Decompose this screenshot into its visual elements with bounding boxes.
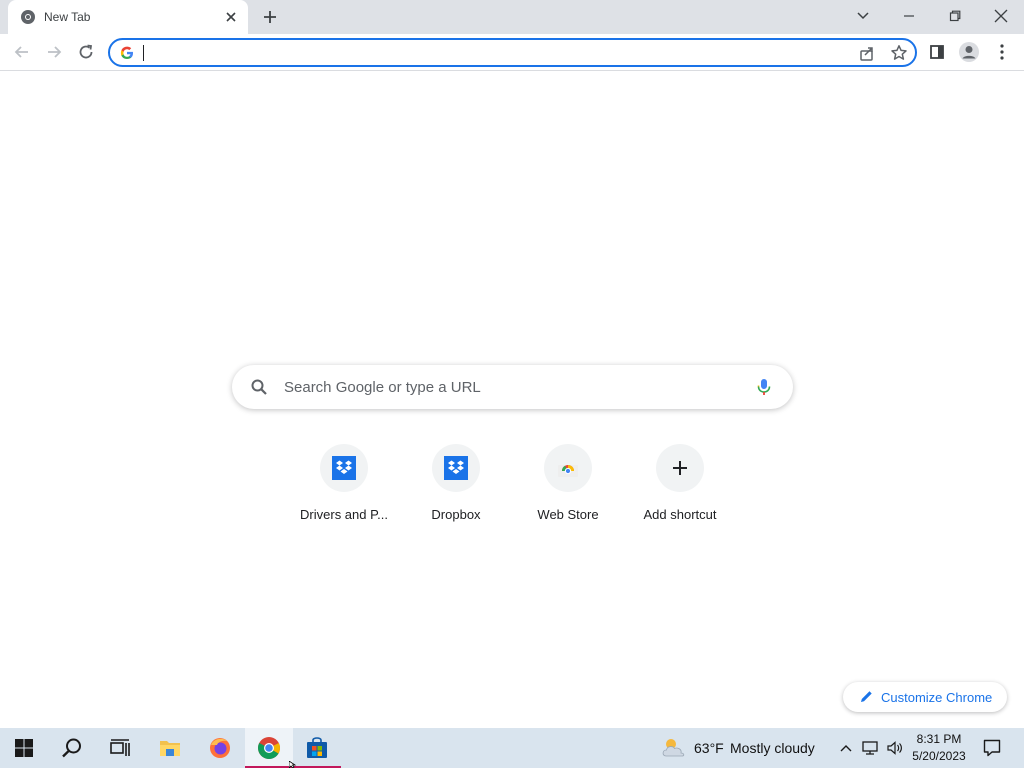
restore-icon[interactable] xyxy=(932,0,978,32)
clock-time: 8:31 PM xyxy=(916,732,962,746)
profile-button[interactable] xyxy=(956,39,982,65)
taskbar: 63°F Mostly cloudy 8:31 PM 5/20/2023 xyxy=(0,728,1024,768)
address-bar[interactable] xyxy=(108,38,917,67)
store-bag-icon xyxy=(307,737,327,758)
bookmark-star-icon[interactable] xyxy=(890,44,908,62)
windows-logo-icon xyxy=(15,739,33,757)
back-arrow-icon xyxy=(14,46,28,58)
forward-button[interactable] xyxy=(41,39,67,65)
weather-widget[interactable]: 63°F Mostly cloudy xyxy=(658,728,828,768)
tab-title: New Tab xyxy=(44,10,91,24)
search-icon xyxy=(251,379,267,395)
shortcut-web-store[interactable]: Web Store xyxy=(512,442,624,532)
side-panel-icon xyxy=(930,45,944,59)
shortcut-icon-circle xyxy=(432,444,480,492)
dropbox-icon xyxy=(332,456,356,480)
google-g-icon xyxy=(120,46,133,59)
taskbar-chrome[interactable] xyxy=(245,728,293,768)
web-store-icon xyxy=(558,465,578,477)
weather-description: Mostly cloudy xyxy=(730,740,815,756)
taskbar-file-explorer[interactable] xyxy=(146,728,194,768)
close-window-icon[interactable] xyxy=(978,0,1024,32)
toolbar xyxy=(0,34,1024,71)
chrome-icon xyxy=(21,10,35,24)
customize-chrome-label: Customize Chrome xyxy=(881,690,993,705)
kebab-menu-icon xyxy=(1000,44,1004,60)
menu-button[interactable] xyxy=(989,39,1015,65)
side-panel-button[interactable] xyxy=(924,39,950,65)
shortcut-label: Add shortcut xyxy=(643,507,717,522)
start-button[interactable] xyxy=(0,728,48,768)
customize-chrome-button[interactable]: Customize Chrome xyxy=(843,682,1007,712)
volume-button[interactable] xyxy=(884,728,906,768)
chevron-up-icon xyxy=(840,745,852,752)
task-view-button[interactable] xyxy=(96,728,144,768)
search-placeholder: Search Google or type a URL xyxy=(284,379,481,396)
task-view-icon xyxy=(110,739,130,756)
shortcut-icon-circle xyxy=(544,444,592,492)
notifications-button[interactable] xyxy=(976,728,1008,768)
partly-cloudy-icon xyxy=(662,739,685,757)
firefox-icon xyxy=(210,738,230,758)
shortcut-dropbox[interactable]: Dropbox xyxy=(400,442,512,532)
plus-icon xyxy=(673,461,687,475)
back-button[interactable] xyxy=(9,39,35,65)
weather-temperature: 63°F xyxy=(694,740,724,756)
taskbar-search-button[interactable] xyxy=(48,728,96,768)
shortcut-label: Web Store xyxy=(537,507,599,522)
notification-center-icon xyxy=(983,739,1001,757)
ntp-search-box[interactable]: Search Google or type a URL xyxy=(232,365,793,409)
new-tab-plus-icon[interactable] xyxy=(258,5,282,29)
text-caret xyxy=(143,45,144,61)
show-hidden-icons-button[interactable] xyxy=(836,728,856,768)
speaker-icon xyxy=(887,741,902,755)
reload-icon xyxy=(79,44,93,59)
reload-button[interactable] xyxy=(73,39,99,65)
chrome-icon xyxy=(258,737,280,759)
close-tab-icon[interactable] xyxy=(222,8,240,26)
shortcut-label: Drivers and P... xyxy=(300,507,388,522)
mouse-cursor-icon xyxy=(289,761,297,768)
forward-arrow-icon xyxy=(48,46,62,58)
folder-icon xyxy=(160,741,180,756)
address-input[interactable] xyxy=(141,43,821,62)
shortcut-add[interactable]: Add shortcut xyxy=(624,442,736,532)
tab-search-chevron-icon[interactable] xyxy=(840,0,886,32)
microphone-icon[interactable] xyxy=(754,377,774,397)
minimize-icon[interactable] xyxy=(886,0,932,32)
clock-date: 5/20/2023 xyxy=(912,749,966,763)
search-icon xyxy=(62,738,81,758)
tab-strip: New Tab xyxy=(0,0,1024,34)
dropbox-icon xyxy=(444,456,468,480)
share-icon[interactable] xyxy=(859,45,876,62)
profile-avatar-icon xyxy=(959,42,979,62)
network-button[interactable] xyxy=(860,728,882,768)
pencil-icon xyxy=(861,691,872,702)
shortcut-icon-circle xyxy=(320,444,368,492)
shortcut-icon-circle xyxy=(656,444,704,492)
taskbar-microsoft-store[interactable] xyxy=(293,728,341,768)
tab-new-tab[interactable]: New Tab xyxy=(8,0,248,34)
shortcut-drivers[interactable]: Drivers and P... xyxy=(288,442,400,532)
taskbar-firefox[interactable] xyxy=(196,728,244,768)
taskbar-clock[interactable]: 8:31 PM 5/20/2023 xyxy=(905,731,973,767)
network-icon xyxy=(862,741,878,755)
shortcut-label: Dropbox xyxy=(431,507,481,522)
